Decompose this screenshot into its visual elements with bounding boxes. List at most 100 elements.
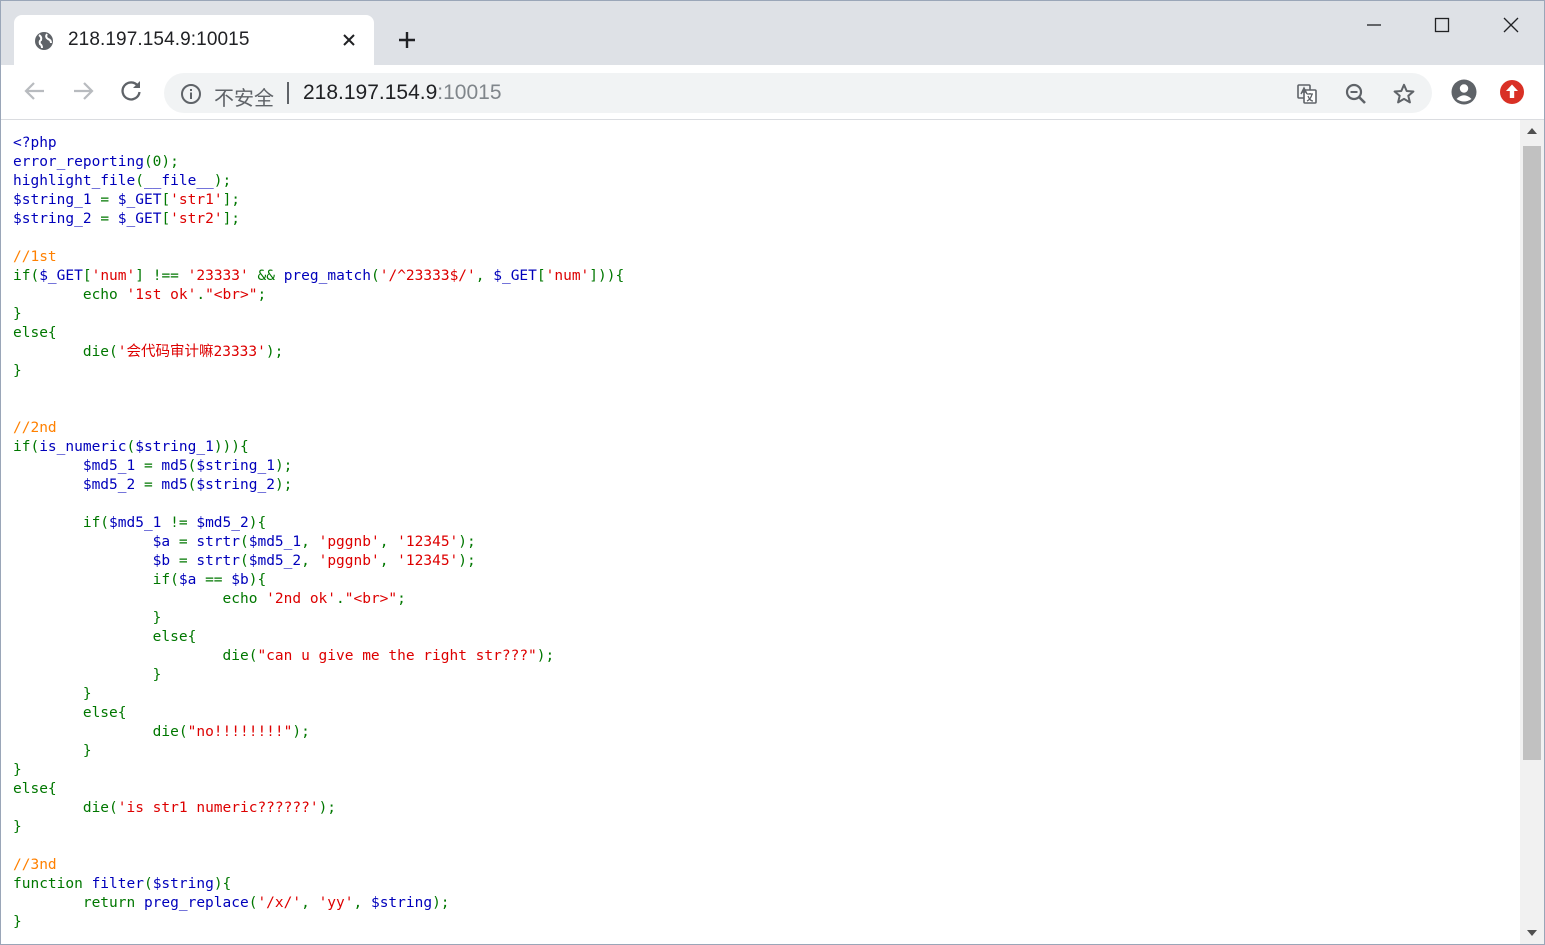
star-icon[interactable] — [1392, 82, 1416, 106]
code-line: if($_GET['num'] !== '23333' && preg_matc… — [13, 267, 624, 286]
code-token: ); — [274, 458, 293, 474]
scroll-up-arrow-icon[interactable] — [1527, 128, 1537, 134]
plus-icon[interactable] — [395, 28, 419, 52]
code-token: , — [379, 534, 398, 550]
code-token: = — [143, 458, 162, 474]
code-token: filter — [91, 876, 144, 892]
code-token: ]; — [222, 211, 241, 227]
code-token: 'str1' — [170, 192, 223, 208]
code-line: //2nd — [13, 419, 624, 438]
code-token: , — [475, 268, 494, 284]
code-token: highlight_file — [13, 173, 136, 189]
code-token: [ — [536, 268, 546, 284]
code-line: } — [13, 305, 624, 324]
code-line: $string_1 = $_GET['str1']; — [13, 191, 624, 210]
code-token: $string_1 — [135, 439, 214, 455]
code-token: $md5_2 — [196, 515, 249, 531]
code-token: $string_2 — [196, 477, 275, 493]
code-token: $a — [13, 534, 179, 550]
code-token: ] !== — [135, 268, 188, 284]
url-port: :10015 — [437, 81, 502, 104]
code-token: } — [13, 743, 92, 759]
code-token: '12345' — [397, 553, 459, 569]
security-label[interactable]: 不安全 — [214, 82, 274, 111]
tab-active[interactable]: 218.197.154.9:10015 — [14, 15, 374, 65]
code-line: else{ — [13, 780, 624, 799]
code-token: [ — [82, 268, 92, 284]
code-line: <?php — [13, 134, 624, 153]
translate-icon[interactable] — [1295, 82, 1319, 106]
back-arrow-icon[interactable] — [22, 78, 48, 104]
reload-icon[interactable] — [118, 78, 144, 104]
tab-title: 218.197.154.9:10015 — [68, 29, 250, 50]
code-token: , — [301, 895, 319, 911]
code-line: $a = strtr($md5_1, 'pggnb', '12345'); — [13, 533, 624, 552]
scrollbar-thumb[interactable] — [1523, 146, 1541, 760]
url-host: 218.197.154.9 — [303, 81, 438, 104]
code-line: else{ — [13, 628, 624, 647]
code-line: } — [13, 913, 624, 932]
scroll-down-arrow-icon[interactable] — [1527, 930, 1537, 936]
code-line: function filter($string){ — [13, 875, 624, 894]
code-token: 'str2' — [170, 211, 223, 227]
code-token: else{ — [13, 629, 197, 645]
code-token: 'pggnb' — [318, 534, 380, 550]
code-token: $string_1 — [13, 192, 101, 208]
code-token: ); — [458, 553, 476, 569]
omnibox[interactable]: 不安全 218.197.154.9:10015 — [164, 73, 1432, 113]
code-token: } — [13, 819, 22, 835]
code-token: [ — [161, 192, 171, 208]
code-token: ); — [265, 344, 284, 360]
close-icon[interactable] — [339, 30, 359, 50]
code-line: } — [13, 761, 624, 780]
forward-arrow-icon[interactable] — [70, 78, 96, 104]
code-line: die('is str1 numeric??????'); — [13, 799, 624, 818]
code-token: '12345' — [397, 534, 459, 550]
code-token: $md5_1 — [109, 515, 171, 531]
code-token: ); — [292, 724, 310, 740]
code-token: } — [13, 610, 162, 626]
code-token: ( — [240, 553, 249, 569]
code-line: highlight_file(__file__); — [13, 172, 624, 191]
code-token: ); — [318, 800, 337, 816]
code-token: $_GET — [117, 192, 162, 208]
code-token: function — [13, 876, 92, 892]
code-token: [ — [161, 211, 171, 227]
code-token: die( — [13, 724, 188, 740]
code-token: return — [13, 895, 144, 911]
window-close-icon[interactable] — [1497, 11, 1525, 39]
code-line: $md5_1 = md5($string_1); — [13, 457, 624, 476]
code-token: } — [13, 306, 22, 322]
code-token: = — [100, 211, 118, 227]
code-token: //3nd — [13, 857, 57, 873]
code-line: die('会代码审计嘛23333'); — [13, 343, 624, 362]
maximize-icon[interactable] — [1428, 11, 1456, 39]
minimize-icon[interactable] — [1360, 11, 1388, 39]
code-token: . — [196, 287, 206, 303]
code-token: ){ — [248, 572, 267, 588]
code-token: $string — [370, 895, 433, 911]
code-token: ){ — [213, 876, 232, 892]
url-text[interactable]: 218.197.154.9:10015 — [303, 81, 502, 105]
update-icon[interactable] — [1498, 78, 1526, 106]
code-line: if($a == $b){ — [13, 571, 624, 590]
code-line: //1st — [13, 248, 624, 267]
code-token: $b — [231, 572, 249, 588]
zoom-out-icon[interactable] — [1344, 82, 1368, 106]
code-token: echo — [13, 287, 127, 303]
vertical-scrollbar[interactable] — [1520, 120, 1544, 944]
account-icon[interactable] — [1450, 78, 1478, 106]
code-token: '/^23333$/' — [379, 268, 476, 284]
code-token: '23333' — [187, 268, 258, 284]
info-icon[interactable] — [180, 83, 202, 105]
code-token: 'num' — [91, 268, 136, 284]
code-token: $_GET — [117, 211, 162, 227]
code-token: ( — [135, 173, 144, 189]
code-line: } — [13, 666, 624, 685]
code-token: preg_match — [283, 268, 371, 284]
code-token: ){ — [248, 515, 267, 531]
code-token: ); — [458, 534, 476, 550]
